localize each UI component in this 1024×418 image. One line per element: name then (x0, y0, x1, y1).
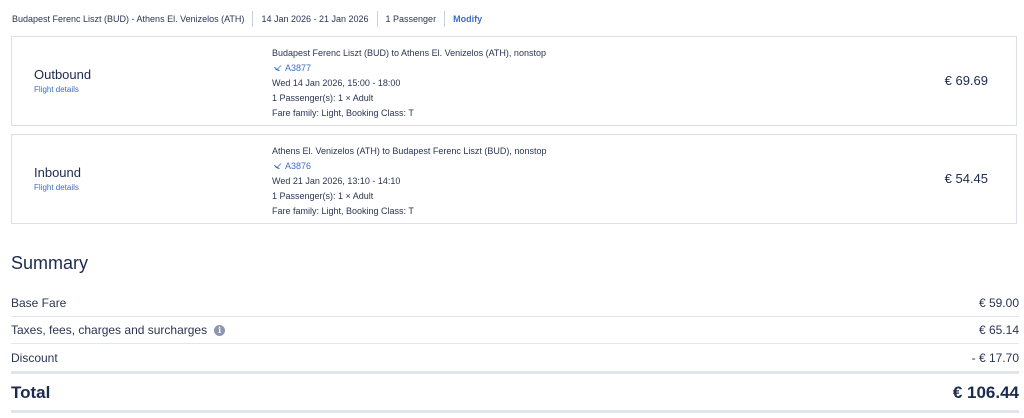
outbound-passengers: 1 Passenger(s): 1 × Adult (272, 93, 374, 103)
taxes-value: € 65.14 (978, 323, 1019, 337)
inbound-flight-info: Athens El. Venizelos (ATH) to Budapest F… (272, 144, 546, 219)
taxes-label-group: Taxes, fees, charges and surcharges i (11, 323, 226, 337)
inbound-route-line: Athens El. Venizelos (ATH) to Budapest F… (272, 146, 547, 156)
trip-header: Budapest Ferenc Liszt (BUD) - Athens El.… (12, 10, 490, 28)
inbound-fare: Fare family: Light, Booking Class: T (272, 206, 414, 216)
discount-row: Discount - € 17.70 (11, 345, 1019, 374)
taxes-label: Taxes, fees, charges and surcharges (11, 323, 208, 337)
discount-label: Discount (11, 351, 58, 365)
base-fare-label: Base Fare (11, 296, 67, 310)
taxes-row: Taxes, fees, charges and surcharges i € … (11, 317, 1019, 344)
flight-number-label[interactable]: A3877 (285, 61, 311, 76)
inbound-price: € 54.45 (944, 171, 988, 186)
inbound-flight-card: Inbound Flight details Athens El. Venize… (11, 134, 1017, 224)
total-row: Total € 106.44 (11, 376, 1019, 413)
flight-number-label[interactable]: A3876 (285, 159, 311, 174)
info-icon[interactable]: i (214, 324, 226, 336)
base-fare-row: Base Fare € 59.00 (11, 290, 1019, 317)
inbound-datetime: Wed 21 Jan 2026, 13:10 - 14:10 (272, 176, 401, 186)
outbound-price: € 69.69 (944, 73, 988, 88)
outbound-flight-info: Budapest Ferenc Liszt (BUD) to Athens El… (272, 46, 546, 121)
summary-title: Summary (11, 253, 89, 273)
inbound-flight-details-link[interactable]: Flight details (34, 183, 79, 192)
inbound-passengers: 1 Passenger(s): 1 × Adult (272, 191, 374, 201)
passengers-label: 1 Passenger (385, 14, 437, 24)
total-value: € 106.44 (952, 383, 1019, 402)
dates-label: 14 Jan 2026 - 21 Jan 2026 (261, 14, 369, 24)
plane-icon (273, 64, 282, 73)
inbound-flight-number[interactable]: A3876 (272, 159, 546, 174)
route-label: Budapest Ferenc Liszt (BUD) - Athens El.… (12, 14, 245, 24)
outbound-fare: Fare family: Light, Booking Class: T (272, 108, 414, 118)
outbound-flight-number[interactable]: A3877 (272, 61, 546, 76)
modify-link[interactable]: Modify (445, 14, 490, 24)
outbound-title: Outbound (34, 67, 92, 82)
outbound-route-line: Budapest Ferenc Liszt (BUD) to Athens El… (272, 48, 546, 58)
outbound-flight-details-link[interactable]: Flight details (34, 85, 79, 94)
plane-icon (273, 162, 282, 171)
outbound-datetime: Wed 14 Jan 2026, 15:00 - 18:00 (272, 78, 401, 88)
inbound-title: Inbound (34, 165, 81, 180)
base-fare-value: € 59.00 (978, 296, 1019, 310)
discount-value: - € 17.70 (971, 351, 1019, 365)
outbound-flight-card: Outbound Flight details Budapest Ferenc … (11, 36, 1017, 126)
total-label: Total (11, 383, 51, 402)
